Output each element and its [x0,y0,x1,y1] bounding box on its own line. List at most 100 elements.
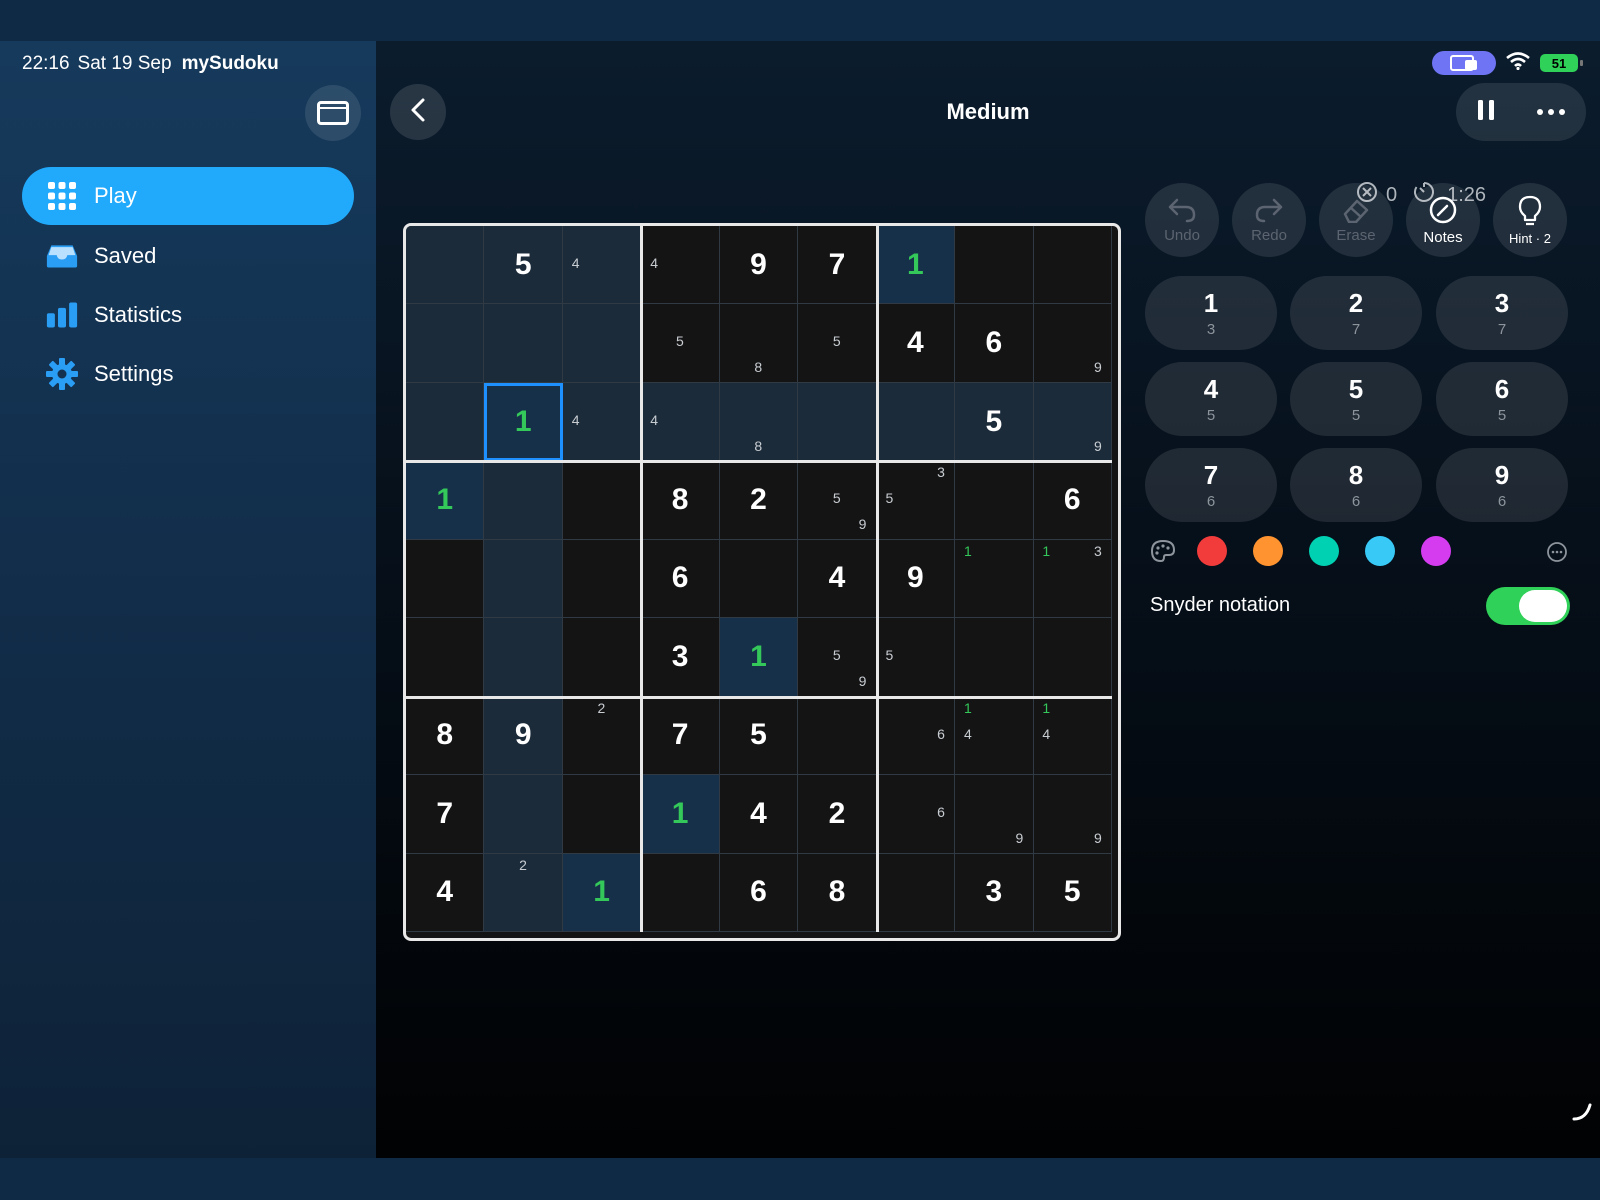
number-key-2[interactable]: 27 [1290,276,1422,350]
sudoku-cell[interactable]: 5 [641,304,720,383]
sudoku-cell[interactable]: 7 [406,775,485,854]
sudoku-cell[interactable]: 1 [955,539,1034,619]
number-key-9[interactable]: 96 [1436,448,1568,522]
sudoku-cell[interactable]: 4 [562,382,642,462]
sudoku-cell[interactable] [406,226,485,305]
number-key-7[interactable]: 76 [1145,448,1277,522]
sudoku-cell[interactable] [484,539,563,619]
erase-button[interactable]: Erase [1319,183,1393,257]
sudoku-cell[interactable] [719,539,799,619]
sudoku-cell[interactable]: 5 [1033,853,1112,932]
more-button[interactable] [1536,103,1566,121]
sudoku-cell[interactable]: 1 [876,226,956,305]
sudoku-cell[interactable]: 8 [406,696,485,776]
sudoku-cell[interactable]: 14 [1033,696,1112,776]
more-colors-icon[interactable] [1546,541,1568,568]
sudoku-cell[interactable]: 59 [798,618,877,697]
sidebar-item-play[interactable]: Play [22,167,354,225]
sidebar-item-statistics[interactable]: Statistics [22,286,354,344]
sudoku-cell[interactable] [562,775,642,854]
sudoku-cell[interactable]: 9 [955,775,1034,854]
sudoku-cell[interactable]: 8 [798,853,877,932]
sidebar-item-saved[interactable]: Saved [22,227,354,285]
sudoku-cell[interactable] [484,618,563,697]
sudoku-cell[interactable]: 2 [562,696,642,776]
sudoku-cell[interactable]: 8 [719,304,799,383]
sudoku-cell[interactable]: 3 [641,618,720,697]
sudoku-cell[interactable]: 5 [798,304,877,383]
sudoku-cell[interactable] [955,618,1034,697]
sudoku-cell[interactable]: 9 [484,696,563,776]
sudoku-cell[interactable]: 6 [955,304,1034,383]
sudoku-cell[interactable]: 4 [798,539,877,619]
sudoku-cell[interactable]: 4 [719,775,799,854]
sudoku-cell[interactable]: 1 [484,382,563,462]
sudoku-cell[interactable]: 5 [719,696,799,776]
sudoku-cell[interactable]: 8 [719,382,799,462]
sudoku-cell[interactable]: 4 [562,226,642,305]
sudoku-cell[interactable] [562,618,642,697]
color-swatch[interactable] [1197,536,1227,566]
sudoku-cell[interactable] [955,461,1034,540]
sudoku-cell[interactable]: 59 [798,461,877,540]
sudoku-cell[interactable] [484,775,563,854]
sudoku-cell[interactable]: 35 [876,461,956,540]
sudoku-cell[interactable]: 4 [641,382,720,462]
sudoku-cell[interactable]: 2 [719,461,799,540]
sudoku-cell[interactable] [406,539,485,619]
sudoku-cell[interactable]: 1 [641,775,720,854]
sudoku-cell[interactable]: 7 [641,696,720,776]
sudoku-cell[interactable]: 5 [484,226,563,305]
sudoku-cell[interactable] [562,539,642,619]
sudoku-cell[interactable] [798,696,877,776]
sudoku-cell[interactable]: 2 [484,853,563,932]
sudoku-cell[interactable]: 7 [798,226,877,305]
sudoku-cell[interactable]: 6 [641,539,720,619]
sudoku-cell[interactable]: 4 [876,304,956,383]
sudoku-cell[interactable]: 8 [641,461,720,540]
sudoku-cell[interactable]: 9 [1033,775,1112,854]
color-swatch[interactable] [1365,536,1395,566]
sudoku-cell[interactable]: 5 [876,618,956,697]
undo-button[interactable]: Undo [1145,183,1219,257]
palette-icon[interactable] [1150,539,1176,568]
sudoku-cell[interactable]: 6 [876,696,956,776]
sudoku-cell[interactable]: 3 [955,853,1034,932]
sudoku-cell[interactable]: 5 [955,382,1034,462]
sudoku-cell[interactable]: 1 [406,461,485,540]
redo-button[interactable]: Redo [1232,183,1306,257]
number-key-8[interactable]: 86 [1290,448,1422,522]
sudoku-cell[interactable] [955,226,1034,305]
number-key-3[interactable]: 37 [1436,276,1568,350]
pause-button[interactable] [1476,98,1496,127]
notes-button[interactable]: Notes [1406,183,1480,257]
sudoku-cell[interactable] [876,382,956,462]
sudoku-cell[interactable] [876,853,956,932]
color-swatch[interactable] [1309,536,1339,566]
sudoku-cell[interactable]: 9 [1033,304,1112,383]
sudoku-cell[interactable]: 14 [955,696,1034,776]
sudoku-cell[interactable]: 9 [876,539,956,619]
sudoku-cell[interactable] [641,853,720,932]
sudoku-cell[interactable] [1033,618,1112,697]
number-key-5[interactable]: 55 [1290,362,1422,436]
sudoku-cell[interactable]: 1 [562,853,642,932]
sudoku-cell[interactable] [406,618,485,697]
sudoku-cell[interactable] [406,382,485,462]
sudoku-cell[interactable]: 6 [1033,461,1112,540]
sudoku-cell[interactable]: 6 [719,853,799,932]
sudoku-cell[interactable] [484,461,563,540]
sudoku-cell[interactable]: 6 [876,775,956,854]
sudoku-cell[interactable]: 1 [719,618,799,697]
hint-button[interactable]: Hint · 2 [1493,183,1567,257]
sidebar-item-settings[interactable]: Settings [22,345,354,403]
sudoku-cell[interactable] [484,304,563,383]
sudoku-cell[interactable]: 2 [798,775,877,854]
sudoku-cell[interactable]: 9 [1033,382,1112,462]
snyder-notation-toggle[interactable] [1486,587,1570,625]
sudoku-cell[interactable] [1033,226,1112,305]
sudoku-cell[interactable]: 4 [641,226,720,305]
color-swatch[interactable] [1421,536,1451,566]
sudoku-cell[interactable] [562,461,642,540]
sudoku-cell[interactable]: 4 [406,853,485,932]
